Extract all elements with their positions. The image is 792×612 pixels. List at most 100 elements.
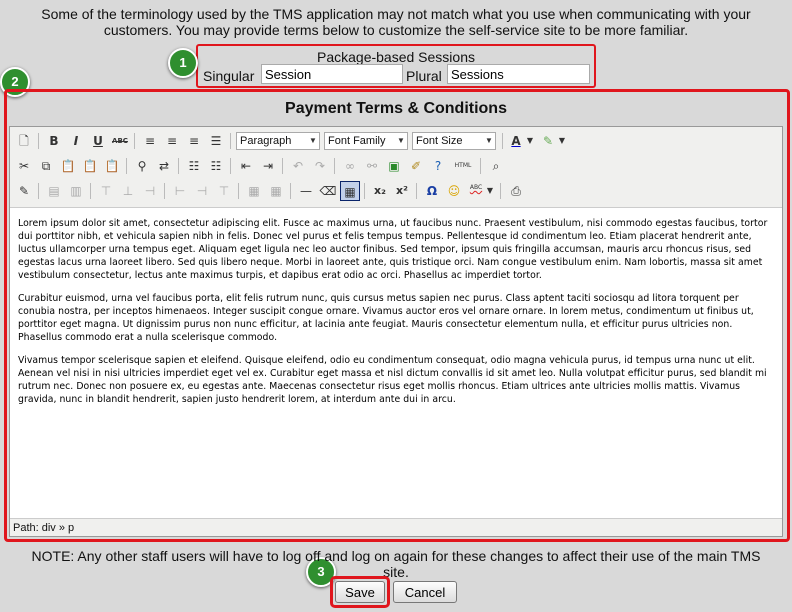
- spellcheck-dropdown-icon[interactable]: ▼: [484, 181, 496, 201]
- toolbar-divider: [178, 158, 179, 174]
- unlink-icon[interactable]: ⚯: [362, 156, 382, 176]
- plural-label: Plural: [406, 68, 442, 84]
- note-text: NOTE: Any other staff users will have to…: [0, 548, 792, 580]
- merge-cells-icon[interactable]: ▦: [266, 181, 286, 201]
- cancel-button[interactable]: Cancel: [393, 581, 457, 603]
- strikethrough-button[interactable]: ABC: [110, 131, 130, 151]
- undo-icon[interactable]: ↶: [288, 156, 308, 176]
- replace-icon[interactable]: ⇄: [154, 156, 174, 176]
- toolbar-row-2: ✂ ⧉ 📋 📋 📋 ⚲ ⇄ ☷ ☷ ⇤ ⇥ ↶ ↷ ∞ ⚯ ▣ ✐ ? HTML: [12, 154, 782, 178]
- italic-button[interactable]: I: [66, 131, 86, 151]
- insert-row-before-icon[interactable]: ⊤: [96, 181, 116, 201]
- align-center-icon[interactable]: ≡: [162, 131, 182, 151]
- edit-css-icon[interactable]: ✎: [14, 181, 34, 201]
- table-row-props-icon[interactable]: ▤: [44, 181, 64, 201]
- package-sessions-title: Package-based Sessions: [317, 49, 475, 65]
- chevron-down-icon: ▼: [397, 136, 405, 145]
- remove-format-icon[interactable]: ⌫: [318, 181, 338, 201]
- rich-text-editor: 🗋 B I U ABC ≡ ≡ ≡ ☰ Paragraph ▼ Font Fam…: [9, 126, 783, 537]
- singular-label: Singular: [203, 68, 255, 84]
- content-paragraph: Curabitur euismod, urna vel faucibus por…: [18, 293, 754, 343]
- section-title: Payment Terms & Conditions: [285, 100, 507, 117]
- toolbar-divider: [230, 158, 231, 174]
- format-select-value: Paragraph: [240, 135, 292, 147]
- font-family-select-value: Font Family: [328, 135, 386, 147]
- copy-icon[interactable]: ⧉: [36, 156, 56, 176]
- print-icon[interactable]: ⎙: [506, 181, 526, 201]
- insert-col-before-icon[interactable]: ⊢: [170, 181, 190, 201]
- bold-button[interactable]: B: [44, 131, 64, 151]
- singular-input[interactable]: [261, 64, 403, 84]
- delete-col-icon[interactable]: ⊤: [214, 181, 234, 201]
- emoticon-icon[interactable]: ☺: [444, 181, 464, 201]
- paste-icon[interactable]: 📋: [58, 156, 78, 176]
- toolbar-divider: [282, 158, 283, 174]
- toolbar-divider: [502, 133, 503, 149]
- link-icon[interactable]: ∞: [340, 156, 360, 176]
- background-color-icon[interactable]: ✎: [538, 131, 558, 151]
- format-select[interactable]: Paragraph ▼: [236, 132, 320, 150]
- toolbar-divider: [334, 158, 335, 174]
- insert-col-after-icon[interactable]: ⊣: [192, 181, 212, 201]
- redo-icon[interactable]: ↷: [310, 156, 330, 176]
- subscript-button[interactable]: x₂: [370, 181, 390, 201]
- cleanup-icon[interactable]: ✐: [406, 156, 426, 176]
- toolbar-row-1: 🗋 B I U ABC ≡ ≡ ≡ ☰ Paragraph ▼ Font Fam…: [12, 129, 782, 153]
- cut-icon[interactable]: ✂: [14, 156, 34, 176]
- bullet-list-icon[interactable]: ☷: [184, 156, 204, 176]
- insert-row-after-icon[interactable]: ⊥: [118, 181, 138, 201]
- horizontal-rule-icon[interactable]: —: [296, 181, 316, 201]
- html-source-button[interactable]: HTML: [450, 156, 476, 176]
- numbered-list-icon[interactable]: ☷: [206, 156, 226, 176]
- chevron-down-icon: ▼: [309, 136, 317, 145]
- indent-icon[interactable]: ⇥: [258, 156, 278, 176]
- text-color-dropdown-icon[interactable]: ▼: [524, 131, 536, 151]
- toolbar-divider: [230, 133, 231, 149]
- help-icon[interactable]: ?: [428, 156, 448, 176]
- background-color-dropdown-icon[interactable]: ▼: [556, 131, 568, 151]
- toolbar-row-3: ✎ ▤ ▥ ⊤ ⊥ ⊣ ⊢ ⊣ ⊤ ▦ ▦ — ⌫ ▦ x₂ x² Ω ☺ AB…: [12, 179, 782, 203]
- text-color-icon[interactable]: A: [506, 131, 526, 151]
- spellcheck-button[interactable]: ABC: [466, 181, 486, 201]
- toolbar-divider: [38, 183, 39, 199]
- toolbar-divider: [90, 183, 91, 199]
- font-family-select[interactable]: Font Family ▼: [324, 132, 408, 150]
- intro-line-2: customers. You may provide terms below t…: [103, 22, 689, 38]
- toolbar-divider: [134, 133, 135, 149]
- intro-text: Some of the terminology used by the TMS …: [0, 6, 792, 38]
- table-cell-props-icon[interactable]: ▥: [66, 181, 86, 201]
- paste-word-icon[interactable]: 📋: [102, 156, 122, 176]
- split-cells-icon[interactable]: ▦: [244, 181, 264, 201]
- superscript-button[interactable]: x²: [392, 181, 412, 201]
- toolbar-divider: [238, 183, 239, 199]
- visual-aid-icon[interactable]: ▦: [340, 181, 360, 201]
- align-right-icon[interactable]: ≡: [184, 131, 204, 151]
- paste-text-icon[interactable]: 📋: [80, 156, 100, 176]
- toolbar-divider: [126, 158, 127, 174]
- save-button[interactable]: Save: [335, 581, 385, 603]
- align-justify-icon[interactable]: ☰: [206, 131, 226, 151]
- align-left-icon[interactable]: ≡: [140, 131, 160, 151]
- chevron-down-icon: ▼: [485, 136, 493, 145]
- editor-content[interactable]: Lorem ipsum dolor sit amet, consectetur …: [18, 217, 770, 517]
- toolbar-divider: [364, 183, 365, 199]
- special-char-button[interactable]: Ω: [422, 181, 442, 201]
- outdent-icon[interactable]: ⇤: [236, 156, 256, 176]
- package-sessions-box: Package-based Sessions Singular Plural: [196, 44, 596, 88]
- content-paragraph: Lorem ipsum dolor sit amet, consectetur …: [18, 218, 768, 281]
- image-icon[interactable]: ▣: [384, 156, 404, 176]
- plural-input[interactable]: [447, 64, 590, 84]
- font-size-select-value: Font Size: [416, 135, 463, 147]
- preview-icon[interactable]: ⌕: [486, 156, 506, 176]
- underline-button[interactable]: U: [88, 131, 108, 151]
- find-icon[interactable]: ⚲: [132, 156, 152, 176]
- toolbar-divider: [480, 158, 481, 174]
- element-path-bar: Path: div » p: [10, 518, 782, 536]
- font-size-select[interactable]: Font Size ▼: [412, 132, 496, 150]
- toolbar-divider: [38, 133, 39, 149]
- delete-row-icon[interactable]: ⊣: [140, 181, 160, 201]
- new-document-icon[interactable]: 🗋: [14, 131, 34, 151]
- editor-toolbar: 🗋 B I U ABC ≡ ≡ ≡ ☰ Paragraph ▼ Font Fam…: [10, 127, 782, 208]
- toolbar-divider: [290, 183, 291, 199]
- note-line-2: site.: [383, 564, 409, 580]
